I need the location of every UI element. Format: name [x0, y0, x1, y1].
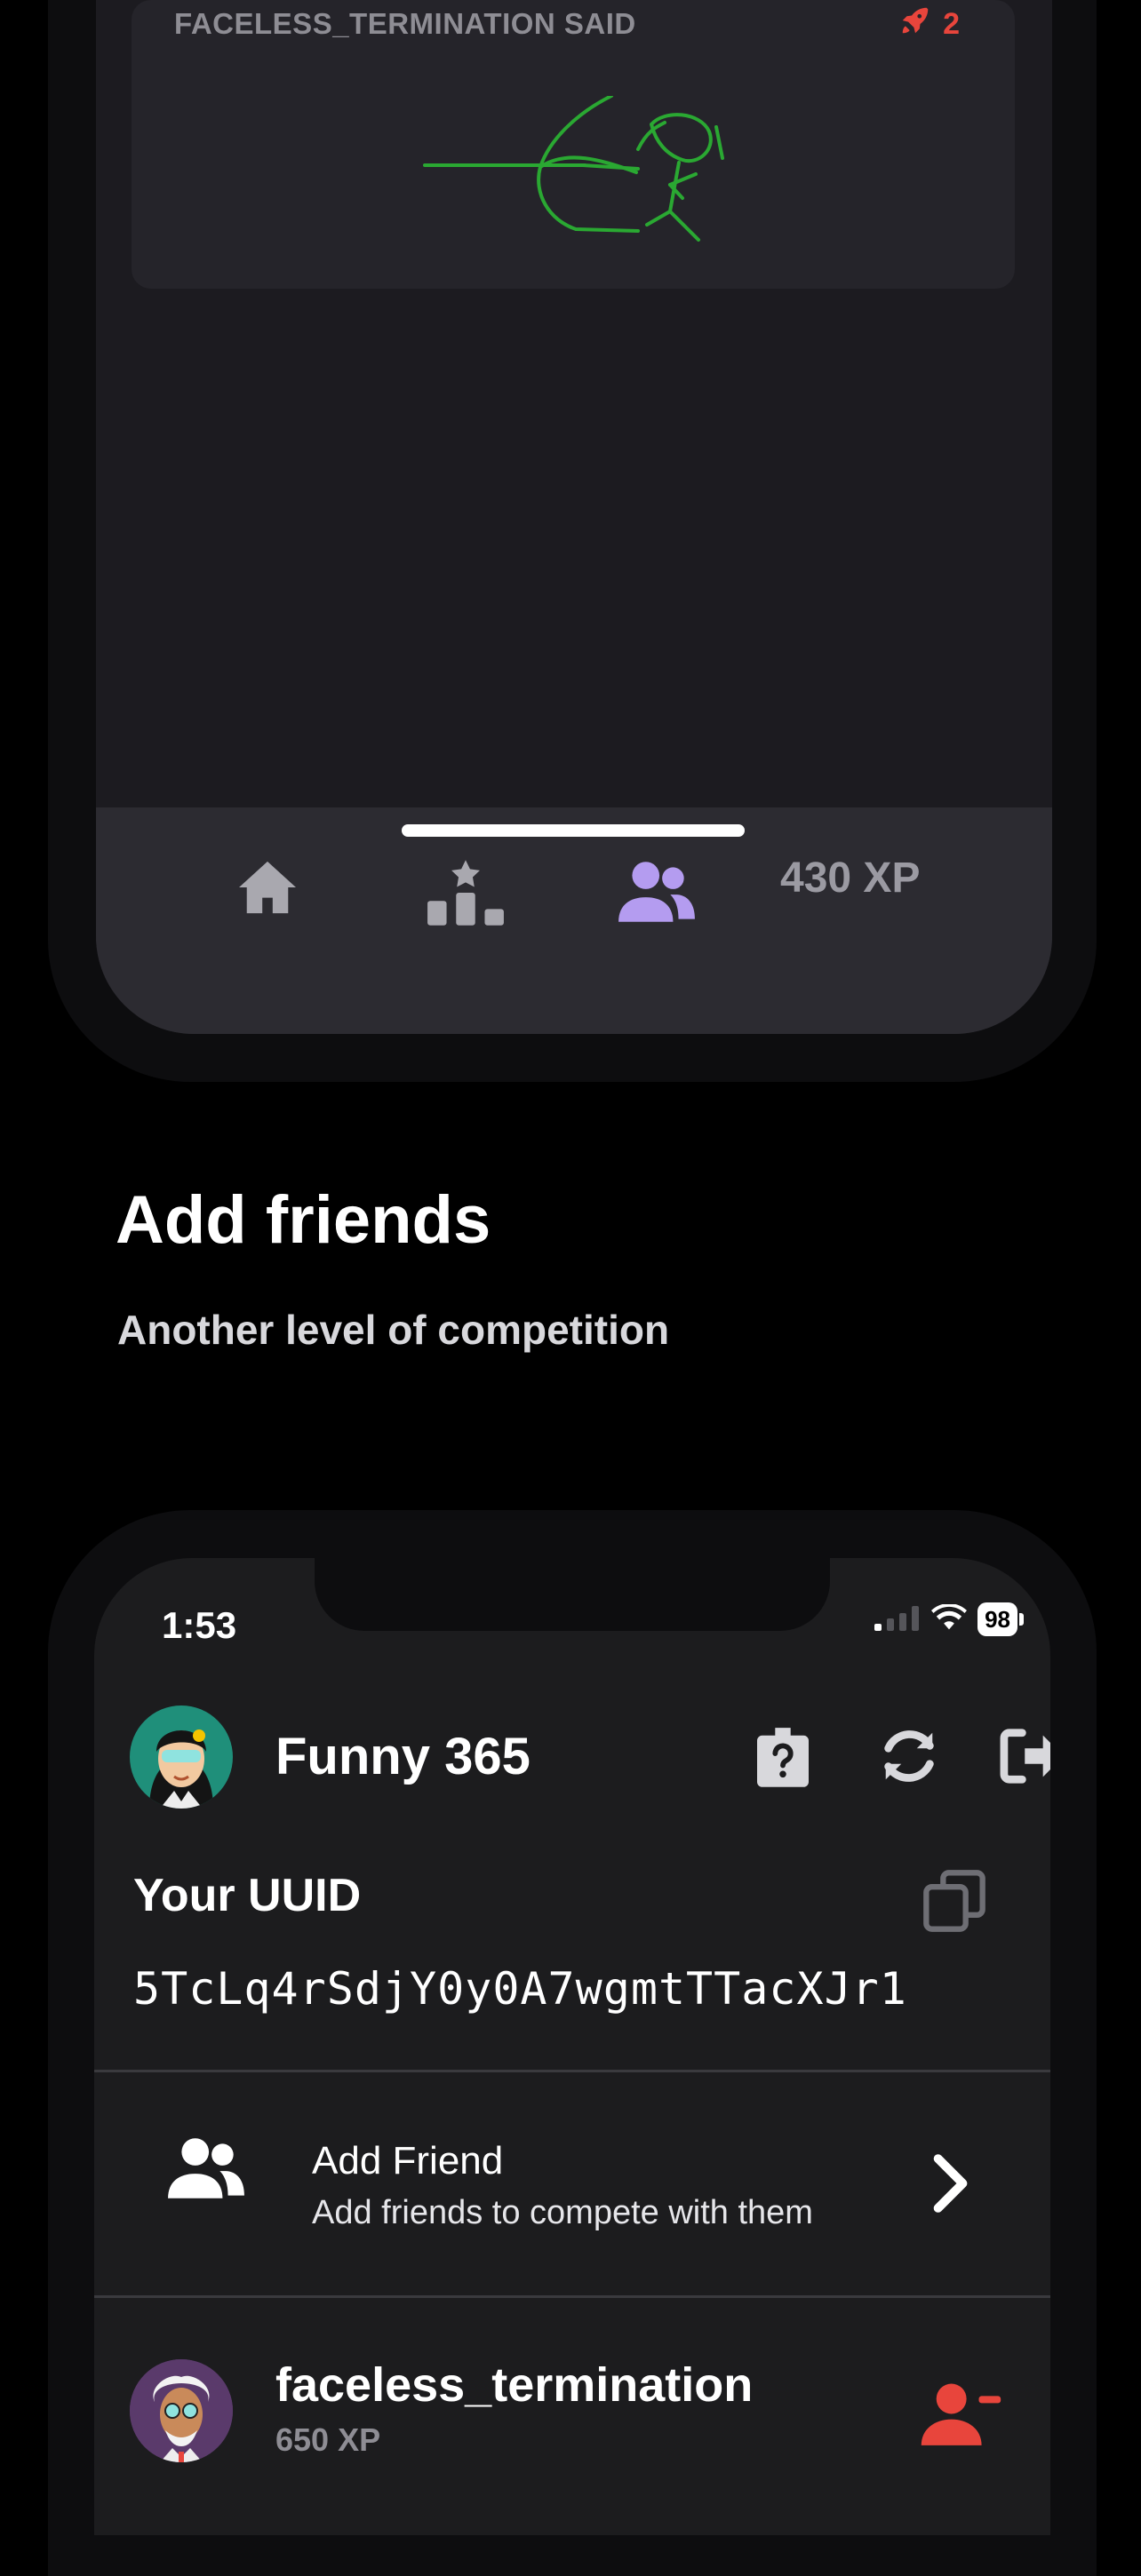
notch	[315, 1558, 830, 1631]
add-friend-subtitle: Add friends to compete with them	[312, 2194, 813, 2231]
status-time: 1:53	[162, 1604, 237, 1646]
wifi-icon	[931, 1602, 968, 1635]
stick-figure-drawing	[416, 94, 754, 260]
card-author-label: FACELESS_TERMINATION SAID	[174, 7, 636, 40]
avatar[interactable]	[130, 1705, 233, 1809]
phone-screen-top: FACELESS_TERMINATION SAID 2 430 XP	[96, 0, 1052, 1034]
battery-tip	[1019, 1613, 1024, 1626]
divider	[94, 2070, 1050, 2072]
battery-indicator: 98	[977, 1602, 1017, 1636]
friends-icon	[616, 862, 698, 928]
help-clipboard-button[interactable]	[757, 1725, 809, 1792]
tab-leaderboard[interactable]	[425, 859, 507, 931]
refresh-icon	[878, 1730, 940, 1791]
uuid-value[interactable]: 5TcLq4rSdjY0y0A7wgmtTTacXJr1	[133, 1963, 907, 2015]
submission-card[interactable]: FACELESS_TERMINATION SAID 2	[132, 0, 1015, 289]
copy-uuid-button[interactable]	[921, 1867, 988, 1939]
leaderboard-icon	[425, 860, 507, 930]
rocket-icon	[898, 4, 932, 45]
user-minus-icon	[921, 2383, 1004, 2452]
list-item: faceless_termination 650 XP	[94, 2297, 1050, 2535]
tab-bar: 430 XP	[96, 807, 1052, 1034]
copy-icon	[921, 1870, 988, 1938]
status-icons: 98	[874, 1602, 1024, 1636]
signal-icon	[874, 1604, 921, 1635]
tab-friends[interactable]	[616, 859, 698, 929]
tab-home[interactable]	[236, 859, 299, 920]
chevron-right-icon	[930, 2153, 969, 2218]
logout-icon	[999, 1729, 1050, 1791]
friend-avatar[interactable]	[130, 2359, 233, 2462]
add-friend-title: Add Friend	[312, 2139, 504, 2182]
phone-screen-bottom: 1:53 98 Funny 365 Your UUID 5TcLq4rSdjY0…	[94, 1558, 1050, 2535]
vote-count: 2	[943, 7, 960, 41]
remove-friend-button[interactable]	[921, 2382, 1004, 2453]
home-indicator	[402, 824, 745, 837]
xp-counter: 430 XP	[780, 855, 921, 902]
profile-header: Funny 365	[130, 1705, 1050, 1812]
section-title: Add friends	[116, 1182, 491, 1258]
friend-xp: 650 XP	[275, 2421, 381, 2458]
home-icon	[236, 861, 299, 919]
section-subtitle: Another level of competition	[117, 1307, 670, 1353]
vote-badge[interactable]: 2	[898, 4, 960, 45]
refresh-button[interactable]	[878, 1725, 940, 1792]
uuid-label: Your UUID	[133, 1870, 362, 1921]
logout-button[interactable]	[999, 1725, 1050, 1792]
users-icon	[165, 2135, 247, 2206]
add-friend-row[interactable]: Add Friend Add friends to compete with t…	[94, 2073, 1050, 2295]
profile-name: Funny 365	[275, 1728, 531, 1785]
friend-name: faceless_termination	[275, 2358, 754, 2412]
clipboard-question-icon	[757, 1728, 809, 1791]
